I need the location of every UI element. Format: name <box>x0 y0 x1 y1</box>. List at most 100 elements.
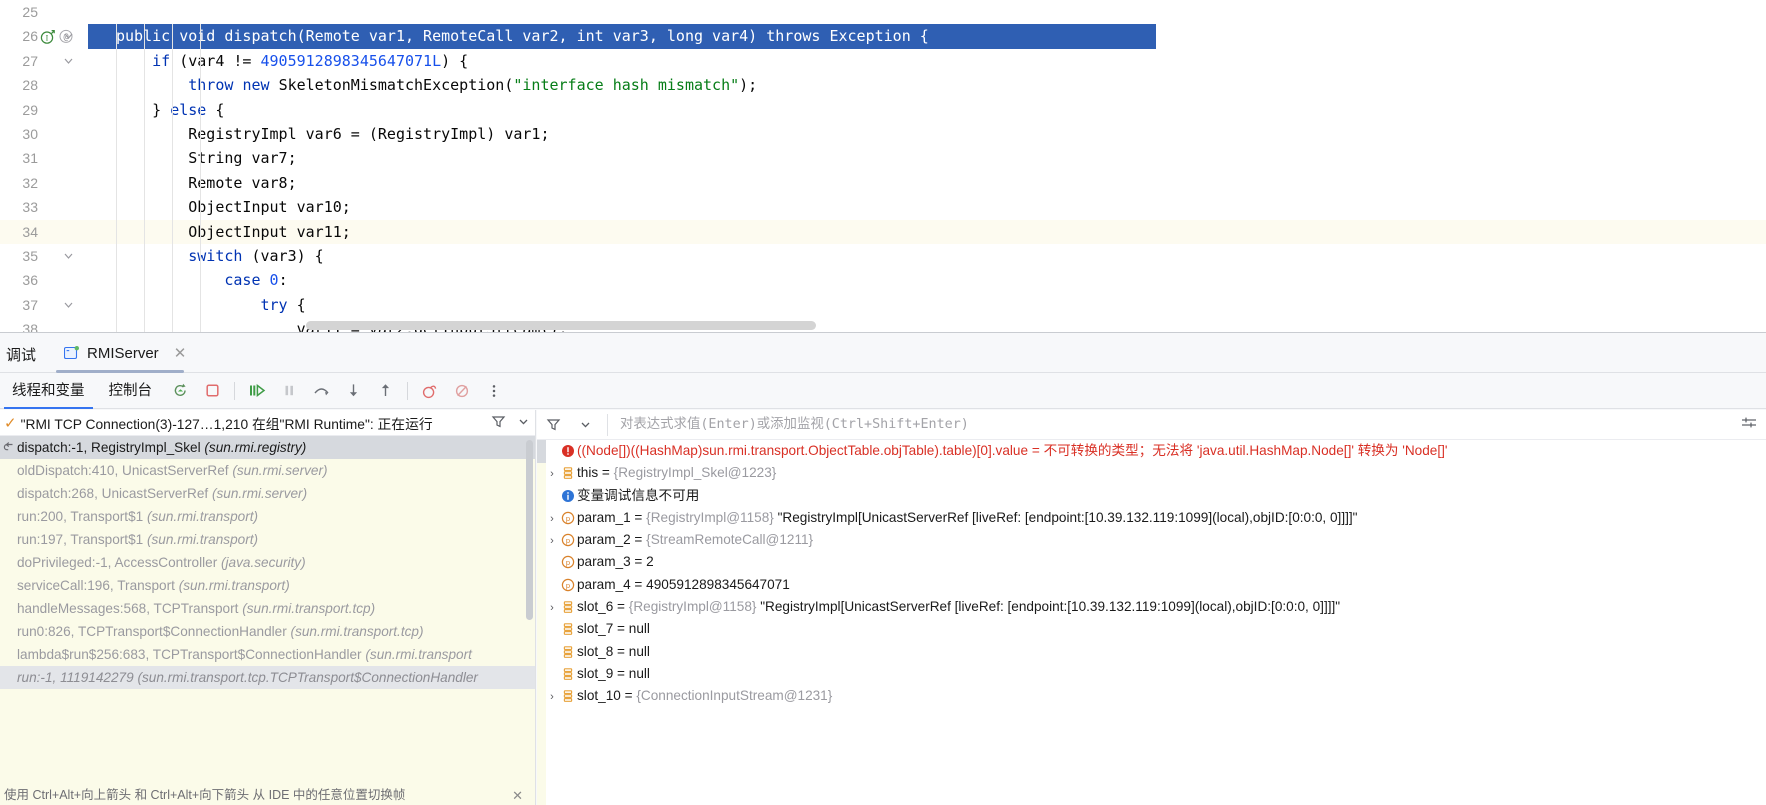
variable-row[interactable]: › slot_10 = {ConnectionInputStream@1231} <box>537 685 1766 707</box>
step-out-button[interactable] <box>372 378 398 404</box>
debug-tool-window-title: 调试 <box>6 347 37 364</box>
variable-row[interactable]: › p param_2 = {StreamRemoteCall@1211} <box>537 529 1766 551</box>
chevron-right-icon[interactable]: › <box>545 686 559 708</box>
code-line[interactable]: 32 Remote var8; <box>0 171 1766 195</box>
line-number: 36 <box>22 272 38 289</box>
frame-row[interactable]: serviceCall:196, Transport (sun.rmi.tran… <box>0 574 535 597</box>
watch-expression-input[interactable] <box>614 410 1766 439</box>
code-line[interactable]: 26 I @ public void dispatch(Remote var1, Re… <box>0 24 1766 49</box>
code-line-text: public void dispatch(Remote var1, Remote… <box>88 24 1156 49</box>
frame-row[interactable]: dispatch:268, UnicastServerRef (sun.rmi.… <box>0 482 535 505</box>
variable-equals: = <box>613 643 629 659</box>
variable-row-error[interactable]: ›((Node[])((HashMap)sun.rmi.transport.Ob… <box>537 440 1766 462</box>
frame-row[interactable]: run:-1, 1119142279 (sun.rmi.transport.tc… <box>0 666 535 689</box>
code-line-text: ObjectInput var11; <box>116 222 351 241</box>
variable-row[interactable]: ›pparam_4 = 4905912898345647071 <box>537 574 1766 596</box>
variable-row[interactable]: › p param_1 = {RegistryImpl@1158} "Registr… <box>537 507 1766 529</box>
variable-row[interactable]: ›slot_8 = null <box>537 641 1766 663</box>
variable-name: slot_8 <box>577 643 614 659</box>
frame-row[interactable]: run:200, Transport$1 (sun.rmi.transport) <box>0 505 535 528</box>
thread-selector[interactable]: ✓ "RMI TCP Connection(3)-127…1,210 在组"RM… <box>0 410 535 436</box>
chevron-down-icon[interactable] <box>572 412 598 438</box>
code-line[interactable]: 37 try { <box>0 293 1766 317</box>
call-stack-frames-list[interactable]: dispatch:-1, RegistryImpl_Skel (sun.rmi.… <box>0 436 535 785</box>
editor-horizontal-scrollbar[interactable] <box>306 321 816 330</box>
line-number: 29 <box>22 101 38 118</box>
mute-breakpoints-button[interactable] <box>449 378 475 404</box>
close-icon[interactable]: ✕ <box>174 344 187 362</box>
code-line[interactable]: 38 var11 = var2.getInputStream(); <box>0 317 1766 332</box>
code-line[interactable]: 34 ObjectInput var11; <box>0 219 1766 244</box>
field-icon <box>559 596 577 618</box>
variable-row[interactable]: › slot_6 = {RegistryImpl@1158} "RegistryI… <box>537 596 1766 618</box>
layout-settings-icon[interactable] <box>1740 416 1758 434</box>
resume-button[interactable] <box>244 378 270 404</box>
frame-package: (java.security) <box>221 555 306 570</box>
frame-row-selected[interactable]: dispatch:-1, RegistryImpl_Skel (sun.rmi.… <box>0 436 535 459</box>
code-line[interactable]: 36 case 0: <box>0 268 1766 292</box>
variables-list[interactable]: › ((Node[])((HashMap)sun.rmi.transport.Ob… <box>537 440 1766 805</box>
variable-value: "RegistryImpl[UnicastServerRef [liveRef:… <box>777 509 1358 525</box>
chevron-right-icon[interactable]: › <box>545 463 559 485</box>
code-line[interactable]: 30 RegistryImpl var6 = (RegistryImpl) va… <box>0 122 1766 146</box>
variable-reference: {StreamRemoteCall@1211} <box>646 532 814 548</box>
frame-row[interactable]: oldDispatch:410, UnicastServerRef (sun.r… <box>0 459 535 482</box>
code-line[interactable]: 25 <box>0 0 1766 24</box>
run-gutter-icon[interactable]: I <box>40 28 56 45</box>
filter-icon[interactable] <box>491 414 506 434</box>
line-number: 26 <box>22 28 38 45</box>
rerun-button[interactable] <box>167 378 193 404</box>
tab-console[interactable]: 控制台 <box>97 373 165 409</box>
more-options-button[interactable] <box>481 378 507 404</box>
tab-threads-and-variables[interactable]: 线程和变量 <box>0 373 97 409</box>
chevron-right-icon[interactable]: › <box>545 530 559 552</box>
code-line-text: try { <box>260 295 306 314</box>
chevron-right-icon[interactable]: › <box>545 508 559 530</box>
code-line[interactable]: 33 ObjectInput var10; <box>0 195 1766 219</box>
chevron-right-icon[interactable]: › <box>545 597 559 619</box>
line-number: 27 <box>22 52 38 69</box>
pause-button[interactable] <box>276 378 302 404</box>
param-icon: p <box>559 529 577 551</box>
code-line[interactable]: 35 switch (var3) { <box>0 244 1766 268</box>
frame-row[interactable]: lambda$run$256:683, TCPTransport$Connect… <box>0 643 535 666</box>
code-editor[interactable]: 25 26 I @ public void dispatch(Remote var1, … <box>0 0 1766 332</box>
variable-row-info[interactable]: ›变量调试信息不可用 <box>537 485 1766 507</box>
frame-row[interactable]: run:197, Transport$1 (sun.rmi.transport) <box>0 528 535 551</box>
stop-button[interactable] <box>199 378 225 404</box>
view-breakpoints-button[interactable] <box>417 378 443 404</box>
frame-row[interactable]: handleMessages:568, TCPTransport (sun.rm… <box>0 597 535 620</box>
code-lines[interactable]: 25 26 I @ public void dispatch(Remote var1, … <box>0 0 1766 332</box>
filter-icon[interactable] <box>540 412 566 438</box>
frame-row[interactable]: run0:826, TCPTransport$ConnectionHandler… <box>0 620 535 643</box>
variable-name: 变量调试信息不可用 <box>577 487 700 503</box>
frame-package: (sun.rmi.transport.tcp.TCPTransport$Conn… <box>137 670 478 685</box>
chevron-down-icon[interactable] <box>516 414 531 434</box>
svg-text:p: p <box>566 581 570 590</box>
code-line[interactable]: 27 if (var4 != 4905912898345647071L) { <box>0 49 1766 73</box>
variable-reference: {ConnectionInputStream@1231} <box>636 688 833 704</box>
line-number: 33 <box>22 199 38 216</box>
field-icon <box>559 641 577 663</box>
frames-pane: ✓ "RMI TCP Connection(3)-127…1,210 在组"RM… <box>0 410 536 805</box>
code-line[interactable]: 28 throw new SkeletonMismatchException("… <box>0 73 1766 97</box>
line-number: 34 <box>22 223 38 240</box>
variable-row[interactable]: ›slot_9 = null <box>537 663 1766 685</box>
variable-equals: = <box>630 576 647 592</box>
variable-row[interactable]: › this = {RegistryImpl_Skel@1223} <box>537 462 1766 484</box>
step-over-button[interactable] <box>308 378 334 404</box>
step-into-button[interactable] <box>340 378 366 404</box>
variable-row[interactable]: ›slot_7 = null <box>537 618 1766 640</box>
thread-selector-label: "RMI TCP Connection(3)-127…1,210 在组"RMI … <box>20 416 433 432</box>
param-icon: p <box>559 574 577 596</box>
frames-scrollbar[interactable] <box>526 440 533 620</box>
debug-session-tab[interactable]: RMIServer ✕ <box>56 338 194 368</box>
close-icon[interactable]: ✕ <box>512 786 523 805</box>
variable-row[interactable]: ›pparam_3 = 2 <box>537 551 1766 573</box>
field-icon <box>559 618 577 640</box>
error-icon <box>559 440 577 462</box>
code-line[interactable]: 29 } else { <box>0 98 1766 122</box>
frame-row[interactable]: doPrivileged:-1, AccessController (java.… <box>0 551 535 574</box>
code-line-text: } else { <box>152 100 225 119</box>
code-line[interactable]: 31 String var7; <box>0 146 1766 170</box>
